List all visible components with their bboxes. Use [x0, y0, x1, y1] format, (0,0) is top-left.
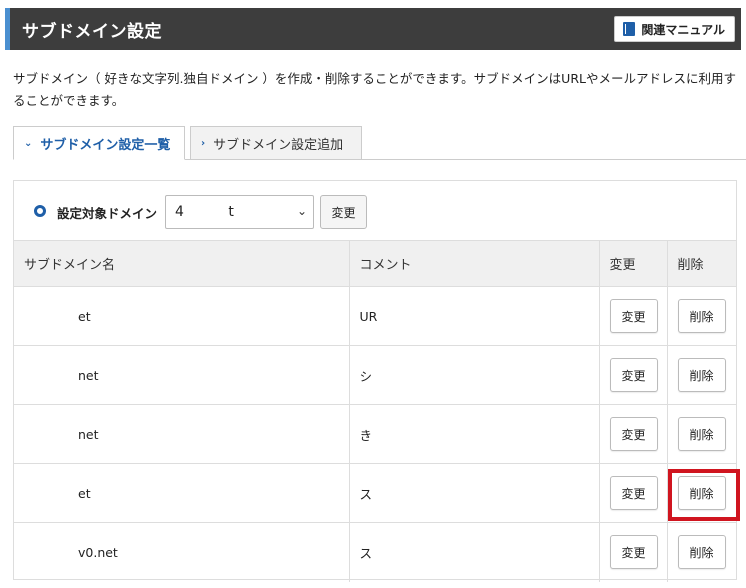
change-button[interactable]: 変更: [609, 299, 658, 333]
header-comment: コメント: [349, 240, 600, 287]
book-icon: [623, 22, 636, 36]
subdomain-comment: ス: [349, 463, 600, 523]
header-delete: 削除: [667, 240, 736, 287]
radio-icon: [34, 205, 46, 217]
header-change: 変更: [599, 240, 668, 287]
related-manual-button[interactable]: 関連マニュアル: [614, 16, 735, 42]
subdomain-panel: 設定対象ドメイン 4 t ⌄ 変更 サブドメイン名 コメント 変更 削除 et …: [13, 180, 737, 582]
domain-change-button[interactable]: 変更: [320, 195, 367, 229]
table-row: v0.net ス 変更 削除: [14, 522, 736, 582]
table-row: net シ 変更 削除: [14, 345, 736, 405]
table-row: et UR 変更 削除: [14, 286, 736, 346]
delete-button[interactable]: 削除: [677, 417, 726, 451]
page-description: サブドメイン（ 好きな文字列.独自ドメイン ）を作成・削除することができます。サ…: [13, 71, 736, 108]
subdomain-name: v0.net: [14, 522, 350, 582]
change-button[interactable]: 変更: [609, 417, 658, 451]
target-domain-value: 4 t: [175, 204, 234, 220]
delete-button[interactable]: 削除: [677, 476, 726, 510]
target-domain-label: 設定対象ドメイン: [57, 206, 158, 221]
header-subdomain-name: サブドメイン名: [14, 240, 350, 287]
change-button[interactable]: 変更: [609, 476, 658, 510]
table-header-row: サブドメイン名 コメント 変更 削除: [14, 240, 736, 287]
tab-subdomain-list[interactable]: ⌄ サブドメイン設定一覧: [13, 126, 185, 160]
tab-label: サブドメイン設定一覧: [40, 137, 171, 153]
subdomain-name: net: [14, 345, 350, 405]
subdomain-table: サブドメイン名 コメント 変更 削除 et UR 変更 削除 net シ 変更 …: [14, 240, 736, 582]
subdomain-name: net: [14, 404, 350, 464]
chevron-down-icon: ⌄: [24, 137, 33, 149]
delete-button[interactable]: 削除: [677, 535, 726, 570]
page-title: サブドメイン設定: [22, 22, 162, 42]
table-row: et ス 変更 削除: [14, 463, 736, 523]
tab-subdomain-add[interactable]: › サブドメイン設定追加: [190, 126, 362, 160]
subdomain-comment: ス: [349, 522, 600, 582]
chevron-right-icon: ›: [201, 137, 206, 149]
related-manual-label: 関連マニュアル: [641, 22, 725, 37]
table-row: net き 変更 削除: [14, 404, 736, 464]
delete-button[interactable]: 削除: [677, 358, 726, 392]
delete-button[interactable]: 削除: [677, 299, 726, 333]
tab-bar: ⌄ サブドメイン設定一覧 › サブドメイン設定追加: [13, 126, 746, 160]
change-button[interactable]: 変更: [609, 535, 658, 570]
page-header: サブドメイン設定 関連マニュアル: [5, 8, 741, 50]
subdomain-name: et: [14, 463, 350, 523]
subdomain-comment: UR: [349, 286, 600, 346]
domain-selector-row: 設定対象ドメイン 4 t ⌄ 変更: [14, 181, 736, 240]
subdomain-name: et: [14, 286, 350, 346]
subdomain-comment: き: [349, 404, 600, 464]
chevron-down-icon: ⌄: [296, 204, 307, 218]
tab-label: サブドメイン設定追加: [213, 137, 344, 153]
target-domain-select[interactable]: 4 t ⌄: [165, 195, 314, 229]
change-button[interactable]: 変更: [609, 358, 658, 392]
subdomain-comment: シ: [349, 345, 600, 405]
